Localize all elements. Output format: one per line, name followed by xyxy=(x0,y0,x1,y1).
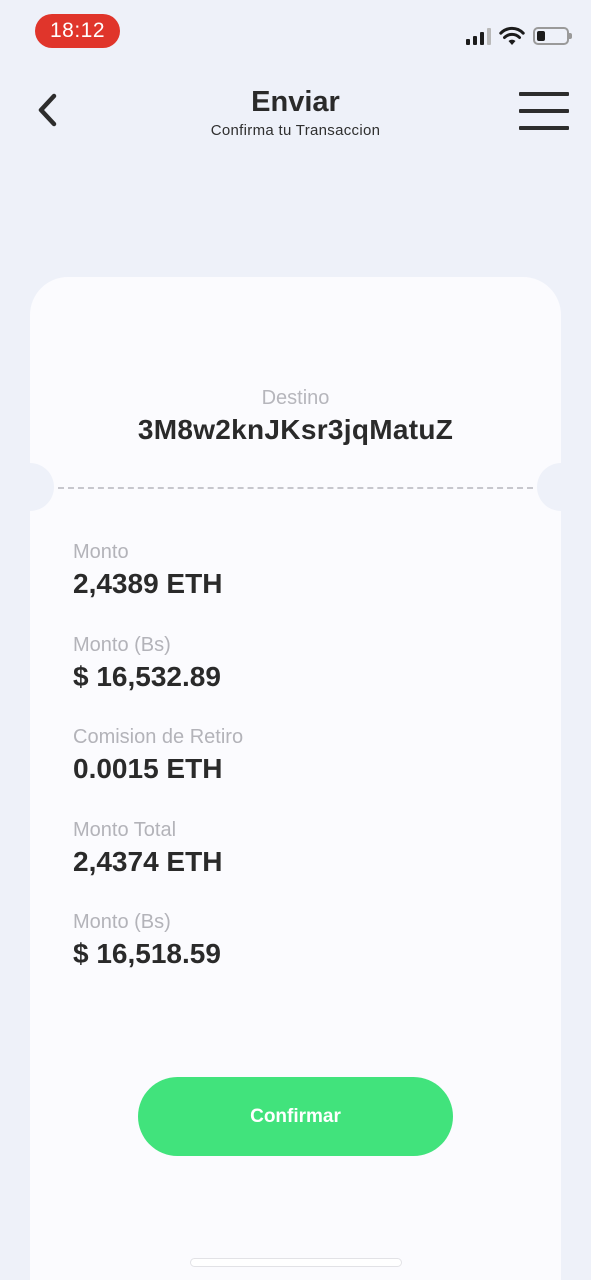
signal-icon xyxy=(466,27,491,45)
detail-row-total-bs: Monto (Bs) $ 16,518.59 xyxy=(73,910,243,1003)
detail-value: $ 16,532.89 xyxy=(73,660,221,692)
ticket-notch-left xyxy=(6,463,54,511)
menu-button[interactable] xyxy=(519,92,569,130)
dashed-divider xyxy=(58,487,533,489)
home-indicator xyxy=(190,1258,402,1267)
destination-label: Destino xyxy=(261,387,330,409)
detail-label: Monto (Bs) xyxy=(73,633,171,656)
detail-label: Monto Total xyxy=(73,818,177,841)
detail-label: Monto xyxy=(73,541,129,563)
detail-value: 0.0015 ETH xyxy=(73,753,223,784)
detail-value: 2,4374 ETH xyxy=(73,845,223,877)
wifi-icon xyxy=(499,26,525,45)
confirm-button[interactable]: Confirmar xyxy=(138,1077,453,1156)
detail-label: Comision de Retiro xyxy=(73,726,244,748)
details-list: Monto 2,4389 ETH Monto (Bs) $ 16,532.89 … xyxy=(73,540,243,1003)
detail-row-amount: Monto 2,4389 ETH xyxy=(73,540,243,633)
detail-label: Monto (Bs) xyxy=(73,911,171,933)
detail-row-total: Monto Total 2,4374 ETH xyxy=(73,818,243,911)
status-time: 18:12 xyxy=(35,14,120,48)
destination-address: 3M8w2knJKsr3jqMatuZ xyxy=(137,414,454,445)
detail-value: 2,4389 ETH xyxy=(73,568,223,599)
hamburger-menu-icon xyxy=(519,92,569,96)
battery-icon xyxy=(533,27,572,45)
detail-row-withdrawal-fee: Comision de Retiro 0.0015 ETH xyxy=(73,725,243,818)
transaction-card: Destino 3M8w2knJKsr3jqMatuZ Monto 2,4389… xyxy=(6,277,585,1280)
page-subtitle: Confirma tu Transaccion xyxy=(210,122,381,139)
page-title: Enviar xyxy=(251,86,340,118)
ticket-notch-right xyxy=(537,463,585,511)
detail-row-amount-bs: Monto (Bs) $ 16,532.89 xyxy=(73,633,243,726)
status-icons xyxy=(466,24,572,48)
detail-value: $ 16,518.59 xyxy=(73,938,221,969)
